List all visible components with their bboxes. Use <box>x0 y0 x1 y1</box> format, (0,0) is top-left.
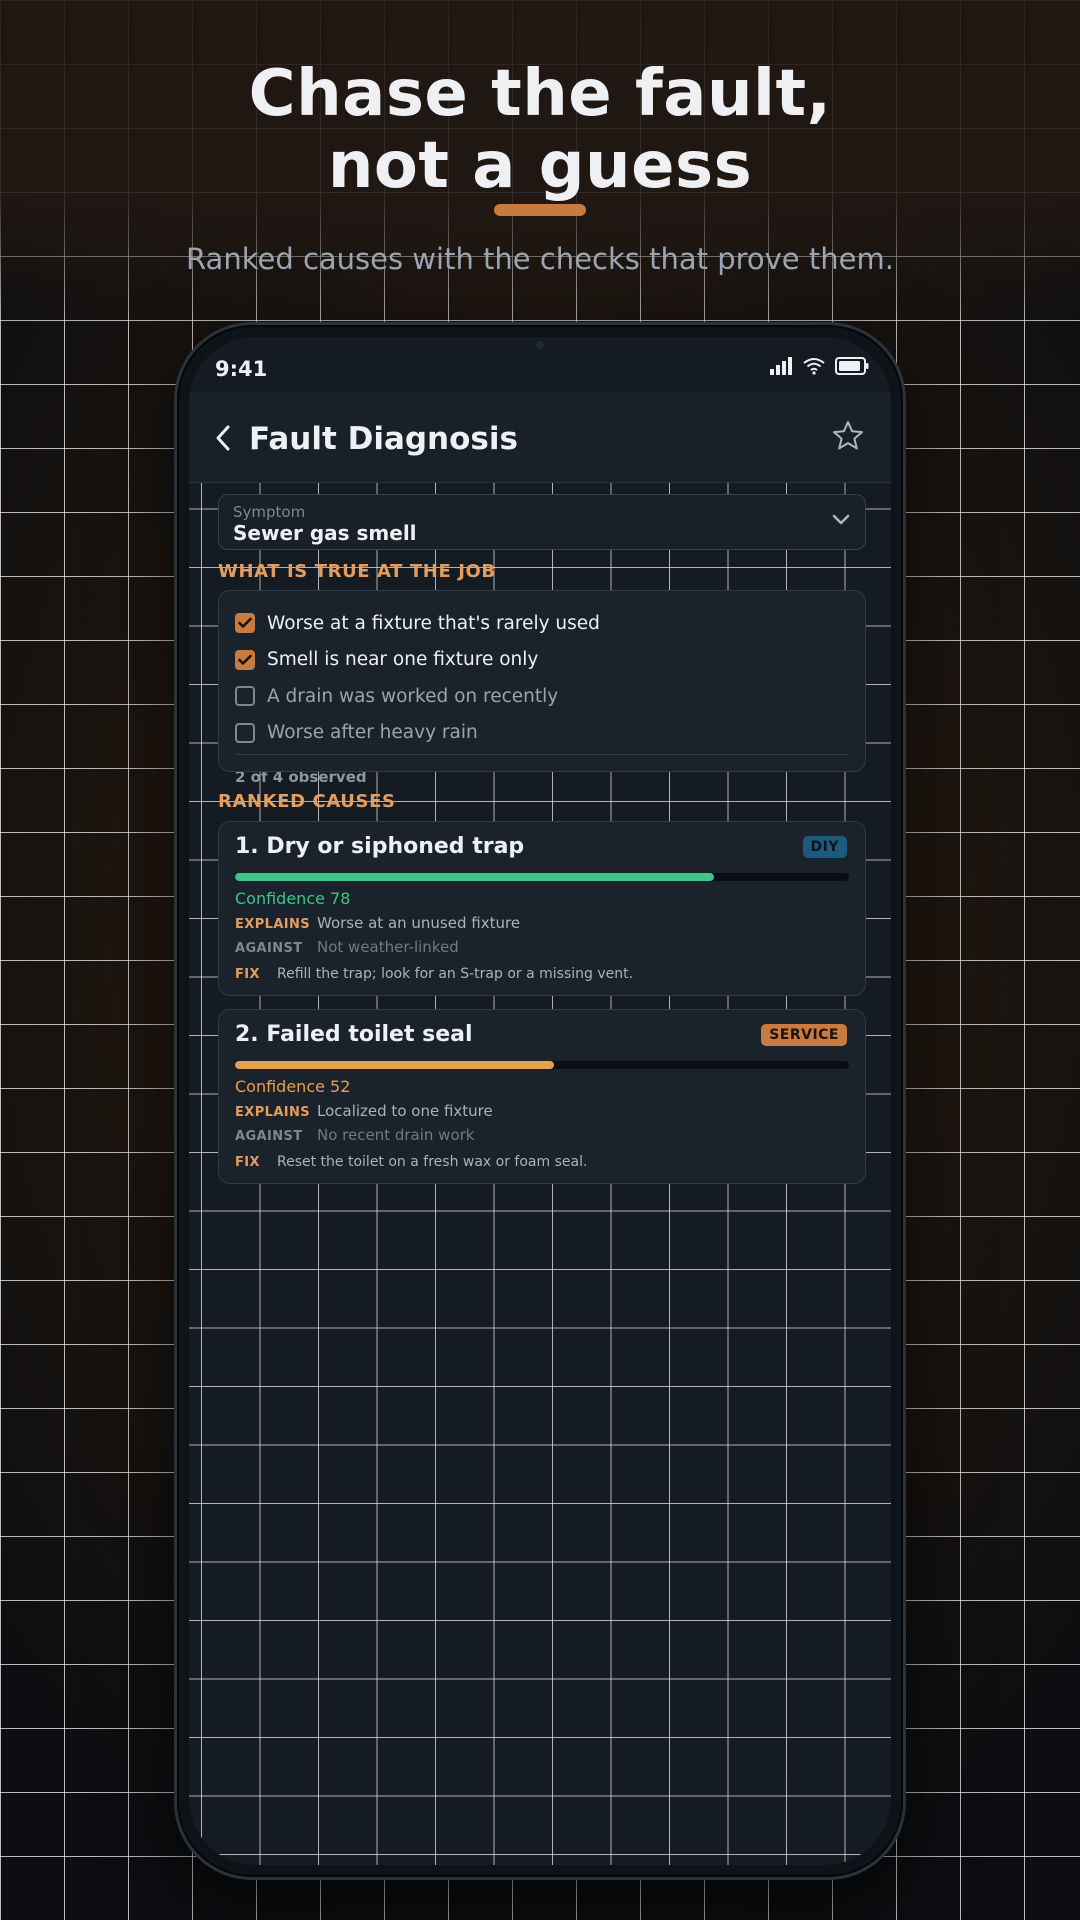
observation-label: Worse after heavy rain <box>267 722 478 744</box>
page-title: Fault Diagnosis <box>249 421 518 457</box>
cause-title: 1. Dry or siphoned trap <box>235 834 525 859</box>
fix-row: FIX Refill the trap; look for an S-trap … <box>235 966 849 982</box>
observation-item[interactable]: Worse after heavy rain <box>235 715 849 752</box>
hero-subtitle: Ranked causes with the checks that prove… <box>186 242 894 276</box>
checkbox-unchecked[interactable] <box>235 686 255 707</box>
confidence-bar-fill <box>235 1061 555 1069</box>
signal-icon <box>770 357 792 375</box>
symptom-select[interactable]: Symptom Sewer gas smell <box>218 494 866 550</box>
battery-icon <box>835 357 869 375</box>
observations-section-title: WHAT IS TRUE AT THE JOB <box>218 561 496 582</box>
observation-item[interactable]: A drain was worked on recently <box>235 678 849 715</box>
explains-key: EXPLAINS <box>235 917 311 932</box>
cause-title: 2. Failed toilet seal <box>235 1022 473 1047</box>
diy-badge: DIY <box>802 836 847 858</box>
star-icon[interactable] <box>831 419 865 453</box>
fix-key: FIX <box>235 1155 260 1170</box>
confidence-label: Confidence 78 <box>235 889 351 908</box>
against-value: No recent drain work <box>317 1126 475 1144</box>
cause-card[interactable]: 1. Dry or siphoned trap DIY Confidence 7… <box>218 821 866 996</box>
diagnosis-content: Symptom Sewer gas smell WHAT IS TRUE AT … <box>218 494 866 1184</box>
status-time: 9:41 <box>215 357 268 381</box>
observation-item[interactable]: Smell is near one fixture only <box>235 642 849 679</box>
divider <box>235 754 849 755</box>
symptom-value: Sewer gas smell <box>233 521 417 545</box>
chevron-down-icon <box>832 514 850 525</box>
against-row: AGAINST Not weather-linked <box>235 938 849 956</box>
service-badge: SERVICE <box>761 1024 847 1046</box>
fix-value: Reset the toilet on a fresh wax or foam … <box>277 1154 588 1170</box>
observation-label: Worse at a fixture that's rarely used <box>267 612 600 634</box>
symptom-label: Symptom <box>233 503 306 521</box>
against-key: AGAINST <box>235 1129 303 1144</box>
fix-row: FIX Reset the toilet on a fresh wax or f… <box>235 1154 849 1170</box>
cause-card[interactable]: 2. Failed toilet seal SERVICE Confidence… <box>218 1009 866 1184</box>
status-icons <box>769 357 869 375</box>
hero: Chase the fault, not a guess Ranked caus… <box>0 58 1080 276</box>
confidence-bar <box>235 1061 849 1069</box>
explains-value: Localized to one fixture <box>317 1102 493 1120</box>
explains-row: EXPLAINS Worse at an unused fixture <box>235 914 849 932</box>
hero-title-line-2: not a guess <box>327 129 753 203</box>
explains-value: Worse at an unused fixture <box>317 914 521 932</box>
phone-frame: 9:41 Fault Diagnosis Symptom Sewer gas s… <box>174 322 906 1880</box>
explains-key: EXPLAINS <box>235 1105 311 1120</box>
phone-screen: 9:41 Fault Diagnosis Symptom Sewer gas s… <box>189 337 891 1865</box>
against-key: AGAINST <box>235 941 303 956</box>
observations-list: Worse at a fixture that's rarely used Sm… <box>218 590 866 772</box>
observation-label: Smell is near one fixture only <box>267 649 539 671</box>
wifi-icon <box>803 358 825 375</box>
confidence-bar-fill <box>235 873 714 881</box>
checkbox-unchecked[interactable] <box>235 722 255 743</box>
checkbox-checked[interactable] <box>235 649 255 670</box>
chevron-left-icon[interactable] <box>213 423 233 453</box>
observation-label: A drain was worked on recently <box>267 685 559 707</box>
checkmark-icon <box>238 617 252 629</box>
hero-title-line-1: Chase the fault, <box>248 57 832 131</box>
fix-value: Refill the trap; look for an S-trap or a… <box>277 966 634 982</box>
confidence-label: Confidence 52 <box>235 1077 351 1096</box>
hero-underline <box>494 204 586 216</box>
fix-key: FIX <box>235 967 260 982</box>
status-bar: 9:41 <box>189 337 891 393</box>
against-row: AGAINST No recent drain work <box>235 1126 849 1144</box>
app-bar: Fault Diagnosis <box>189 393 891 483</box>
causes-section-title: RANKED CAUSES <box>218 791 396 812</box>
checkbox-checked[interactable] <box>235 613 255 634</box>
confidence-bar <box>235 873 849 881</box>
explains-row: EXPLAINS Localized to one fixture <box>235 1102 849 1120</box>
against-value: Not weather-linked <box>317 938 459 956</box>
camera-dot <box>536 341 544 349</box>
checkmark-icon <box>238 654 252 665</box>
observation-item[interactable]: Worse at a fixture that's rarely used <box>235 605 849 642</box>
hero-title: Chase the fault, not a guess <box>0 58 1080 202</box>
